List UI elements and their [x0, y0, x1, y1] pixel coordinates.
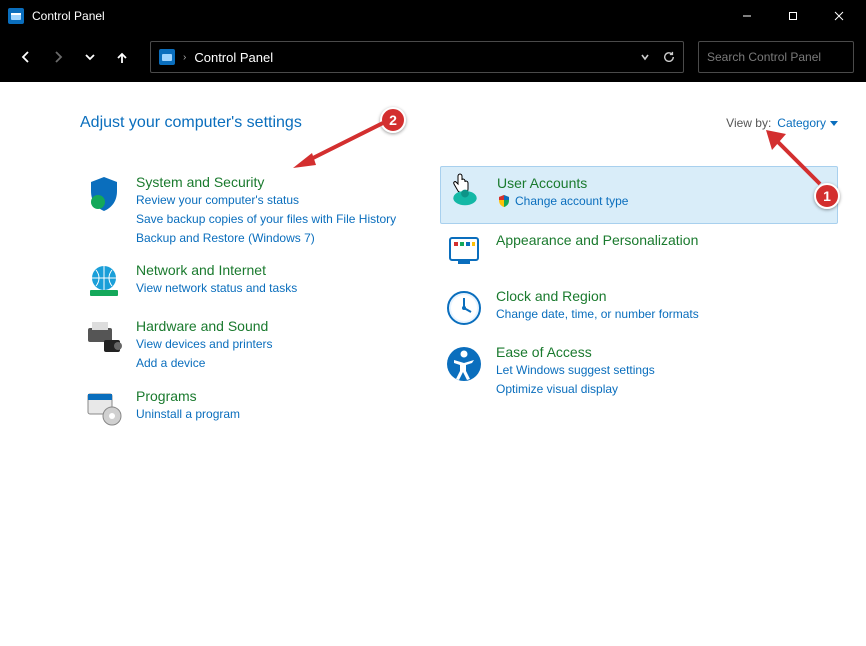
titlebar: Control Panel — [0, 0, 866, 32]
category-link[interactable]: Uninstall a program — [136, 406, 240, 423]
category-title[interactable]: Ease of Access — [496, 344, 655, 360]
category-link[interactable]: Change account type — [497, 193, 628, 210]
app-icon — [8, 8, 24, 24]
ease-of-access-icon — [444, 344, 484, 384]
category-title[interactable]: Network and Internet — [136, 262, 297, 278]
chevron-down-icon[interactable] — [639, 51, 651, 63]
category-title[interactable]: Clock and Region — [496, 288, 699, 304]
search-box[interactable] — [698, 41, 854, 73]
close-button[interactable] — [816, 0, 862, 32]
category-programs[interactable]: Programs Uninstall a program — [80, 380, 420, 436]
refresh-icon[interactable] — [663, 51, 675, 63]
addressbar-icon — [159, 49, 175, 65]
category-title[interactable]: Hardware and Sound — [136, 318, 273, 334]
category-title[interactable]: System and Security — [136, 174, 396, 190]
user-accounts-icon — [445, 175, 485, 215]
appearance-icon — [444, 232, 484, 272]
shield-icon — [84, 174, 124, 214]
back-button[interactable] — [12, 43, 40, 71]
category-link[interactable]: Optimize visual display — [496, 381, 655, 398]
category-link[interactable]: Change date, time, or number formats — [496, 306, 699, 323]
printer-icon — [84, 318, 124, 358]
annotation-badge-2: 2 — [380, 107, 406, 133]
category-appearance-and-personalization[interactable]: Appearance and Personalization — [440, 224, 838, 280]
annotation-badge-1: 1 — [814, 183, 840, 209]
content-area: Adjust your computer's settings View by:… — [0, 82, 866, 646]
dropdown-triangle-icon — [830, 119, 838, 127]
forward-button[interactable] — [44, 43, 72, 71]
window-controls — [724, 0, 862, 32]
category-link[interactable]: Save backup copies of your files with Fi… — [136, 211, 396, 228]
view-by-value: Category — [777, 116, 826, 130]
search-input[interactable] — [707, 50, 862, 64]
uac-shield-icon — [497, 194, 511, 208]
category-hardware-and-sound[interactable]: Hardware and Sound View devices and prin… — [80, 310, 420, 380]
category-title[interactable]: Programs — [136, 388, 240, 404]
category-clock-and-region[interactable]: Clock and Region Change date, time, or n… — [440, 280, 838, 336]
up-button[interactable] — [108, 43, 136, 71]
clock-icon — [444, 288, 484, 328]
toolbar: › Control Panel — [0, 32, 866, 82]
category-ease-of-access[interactable]: Ease of Access Let Windows suggest setti… — [440, 336, 838, 406]
recent-locations-button[interactable] — [76, 43, 104, 71]
maximize-button[interactable] — [770, 0, 816, 32]
page-heading: Adjust your computer's settings — [80, 114, 302, 132]
window-title: Control Panel — [32, 9, 724, 23]
category-link[interactable]: Review your computer's status — [136, 192, 396, 209]
globe-icon — [84, 262, 124, 302]
category-title[interactable]: User Accounts — [497, 175, 628, 191]
chevron-right-icon: › — [183, 52, 186, 63]
minimize-button[interactable] — [724, 0, 770, 32]
category-system-and-security[interactable]: System and Security Review your computer… — [80, 166, 420, 254]
category-user-accounts[interactable]: User Accounts Change account type — [440, 166, 838, 224]
view-by-dropdown[interactable]: Category — [777, 116, 838, 130]
category-network-and-internet[interactable]: Network and Internet View network status… — [80, 254, 420, 310]
address-bar[interactable]: › Control Panel — [150, 41, 684, 73]
view-by-label: View by: — [726, 116, 771, 130]
category-link[interactable]: Backup and Restore (Windows 7) — [136, 230, 396, 247]
category-link[interactable]: Let Windows suggest settings — [496, 362, 655, 379]
address-path: Control Panel — [194, 50, 273, 65]
category-link[interactable]: Add a device — [136, 355, 273, 372]
category-title[interactable]: Appearance and Personalization — [496, 232, 698, 248]
category-link[interactable]: View devices and printers — [136, 336, 273, 353]
programs-icon — [84, 388, 124, 428]
category-link[interactable]: View network status and tasks — [136, 280, 297, 297]
view-by-control: View by: Category — [726, 116, 838, 130]
